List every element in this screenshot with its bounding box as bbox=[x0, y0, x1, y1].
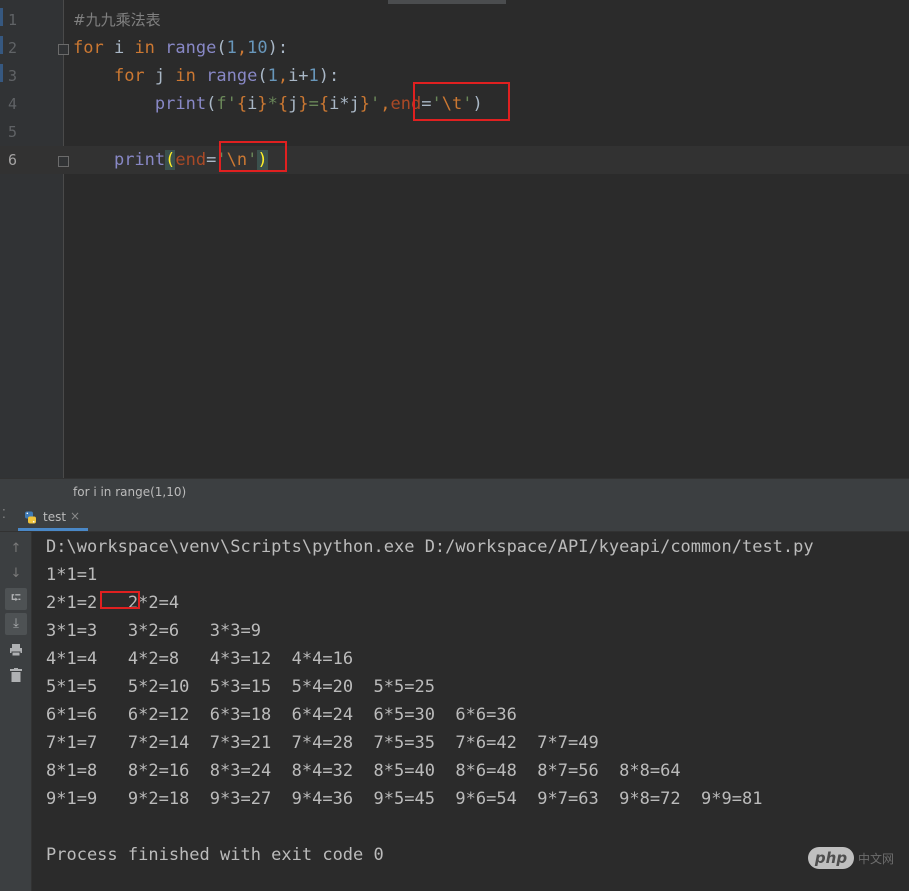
python-icon bbox=[25, 511, 36, 524]
code-token: for bbox=[113, 66, 145, 86]
annotation-box-tab-gap bbox=[100, 591, 140, 609]
code-token: i*j bbox=[329, 94, 360, 114]
console-output-line: 5*1=5 5*2=10 5*3=15 5*4=20 5*5=25 bbox=[46, 677, 456, 697]
fold-marker-icon[interactable] bbox=[58, 156, 69, 167]
code-line[interactable]: 5 bbox=[0, 118, 909, 146]
console-toolbar: ↑ ↓ ⮓ ⤓ bbox=[0, 532, 32, 891]
panel-options-icon[interactable]: ⁚ bbox=[2, 507, 6, 521]
code-token: ( bbox=[165, 150, 176, 170]
code-token: 10 bbox=[247, 38, 268, 58]
console-output-line: 8*1=8 8*2=16 8*3=24 8*4=32 8*5=40 8*6=48… bbox=[46, 761, 702, 781]
code-token: print bbox=[154, 94, 207, 114]
code-token: for bbox=[73, 38, 104, 58]
console-output-line: 6*1=6 6*2=12 6*3=18 6*4=24 6*5=30 6*6=36 bbox=[46, 705, 538, 725]
code-token: , bbox=[277, 66, 289, 86]
code-token: in bbox=[175, 66, 196, 86]
code-token: j bbox=[288, 94, 299, 114]
code-line[interactable]: 2 for i in range(1,10): bbox=[0, 34, 909, 62]
console-output-line: 4*1=4 4*2=8 4*3=12 4*4=16 bbox=[46, 649, 374, 669]
code-token: { bbox=[236, 94, 248, 114]
code-token: = bbox=[206, 150, 217, 170]
code-token: i bbox=[247, 94, 258, 114]
code-token: 1 bbox=[308, 66, 319, 86]
code-token: 1 bbox=[267, 66, 278, 86]
vcs-change-marker bbox=[0, 36, 3, 54]
code-token: } bbox=[359, 94, 371, 114]
tab-label: test bbox=[43, 510, 67, 524]
code-token: range bbox=[206, 66, 258, 86]
code-token: } bbox=[257, 94, 268, 114]
print-icon[interactable] bbox=[5, 639, 27, 661]
console-output-line: 9*1=9 9*2=18 9*3=27 9*4=36 9*5=45 9*6=54… bbox=[46, 789, 783, 809]
line-number: 1 bbox=[8, 11, 18, 29]
up-arrow-icon[interactable]: ↑ bbox=[5, 538, 27, 560]
code-token: , bbox=[380, 94, 391, 114]
code-text: for j in range(1,i+1): bbox=[73, 62, 339, 90]
code-token: ): bbox=[267, 38, 289, 58]
code-token: = bbox=[308, 94, 319, 114]
code-token: #九九乘法表 bbox=[73, 11, 161, 29]
code-editor[interactable]: 1 #九九乘法表 2 for i in range(1,10): 3 for j in … bbox=[0, 0, 909, 478]
annotation-box-end-tab bbox=[413, 82, 510, 121]
run-tool-window-tabs: ⁚ test × bbox=[0, 505, 909, 532]
code-token: ): bbox=[318, 66, 340, 86]
code-token: { bbox=[318, 94, 330, 114]
console-exit-message: Process finished with exit code 0 bbox=[46, 845, 384, 865]
code-token: { bbox=[277, 94, 289, 114]
breadcrumb[interactable]: for i in range(1,10) bbox=[0, 478, 909, 506]
code-token: * bbox=[267, 94, 278, 114]
code-text: #九九乘法表 bbox=[73, 6, 161, 34]
code-token: j bbox=[144, 66, 176, 86]
code-line[interactable]: 6 print(end='\n') bbox=[0, 146, 909, 174]
breadcrumb-item[interactable]: for i in range(1,10) bbox=[73, 485, 186, 499]
code-token: ( bbox=[206, 94, 217, 114]
code-token: i bbox=[103, 38, 135, 58]
code-token: f' bbox=[216, 94, 237, 114]
line-number: 3 bbox=[8, 67, 18, 85]
line-number: 6 bbox=[8, 151, 18, 169]
code-line[interactable]: 1 #九九乘法表 bbox=[0, 6, 909, 34]
watermark-text: 中文网 bbox=[858, 852, 895, 866]
vcs-change-marker bbox=[0, 8, 3, 26]
code-token: 1 bbox=[226, 38, 237, 58]
tab-test[interactable]: test × bbox=[18, 505, 88, 531]
code-token: , bbox=[236, 38, 248, 58]
code-token: ( bbox=[216, 38, 227, 58]
down-arrow-icon[interactable]: ↓ bbox=[5, 563, 27, 585]
editor-scroll-indicator bbox=[388, 0, 506, 4]
scroll-to-end-icon[interactable]: ⤓ bbox=[5, 613, 27, 635]
vcs-change-marker bbox=[0, 64, 3, 82]
close-icon[interactable]: × bbox=[70, 509, 80, 523]
line-number: 5 bbox=[8, 123, 18, 141]
code-text: for i in range(1,10): bbox=[73, 34, 288, 62]
code-token: } bbox=[298, 94, 309, 114]
code-token: i+ bbox=[288, 66, 309, 86]
code-token: in bbox=[134, 38, 155, 58]
console-output-line: 7*1=7 7*2=14 7*3=21 7*4=28 7*5=35 7*6=42… bbox=[46, 733, 620, 753]
code-token: print bbox=[113, 150, 166, 170]
watermark: php 中文网 bbox=[808, 845, 898, 871]
console-output-line: 3*1=3 3*2=6 3*3=9 bbox=[46, 621, 292, 641]
code-token: ( bbox=[257, 66, 268, 86]
code-token: end bbox=[175, 150, 207, 170]
fold-marker-icon[interactable] bbox=[58, 44, 69, 55]
code-token: ' bbox=[370, 94, 381, 114]
line-number: 4 bbox=[8, 95, 18, 113]
console-command-line: D:\workspace\venv\Scripts\python.exe D:/… bbox=[46, 537, 814, 557]
watermark-logo: php bbox=[808, 847, 854, 869]
console-output[interactable]: D:\workspace\venv\Scripts\python.exe D:/… bbox=[32, 532, 909, 891]
soft-wrap-icon[interactable]: ⮓ bbox=[5, 588, 27, 610]
trash-icon[interactable] bbox=[5, 664, 27, 686]
console-output-line: 1*1=1 bbox=[46, 565, 128, 585]
code-token: range bbox=[165, 38, 217, 58]
annotation-box-end-newline bbox=[219, 141, 287, 172]
line-number: 2 bbox=[8, 39, 18, 57]
